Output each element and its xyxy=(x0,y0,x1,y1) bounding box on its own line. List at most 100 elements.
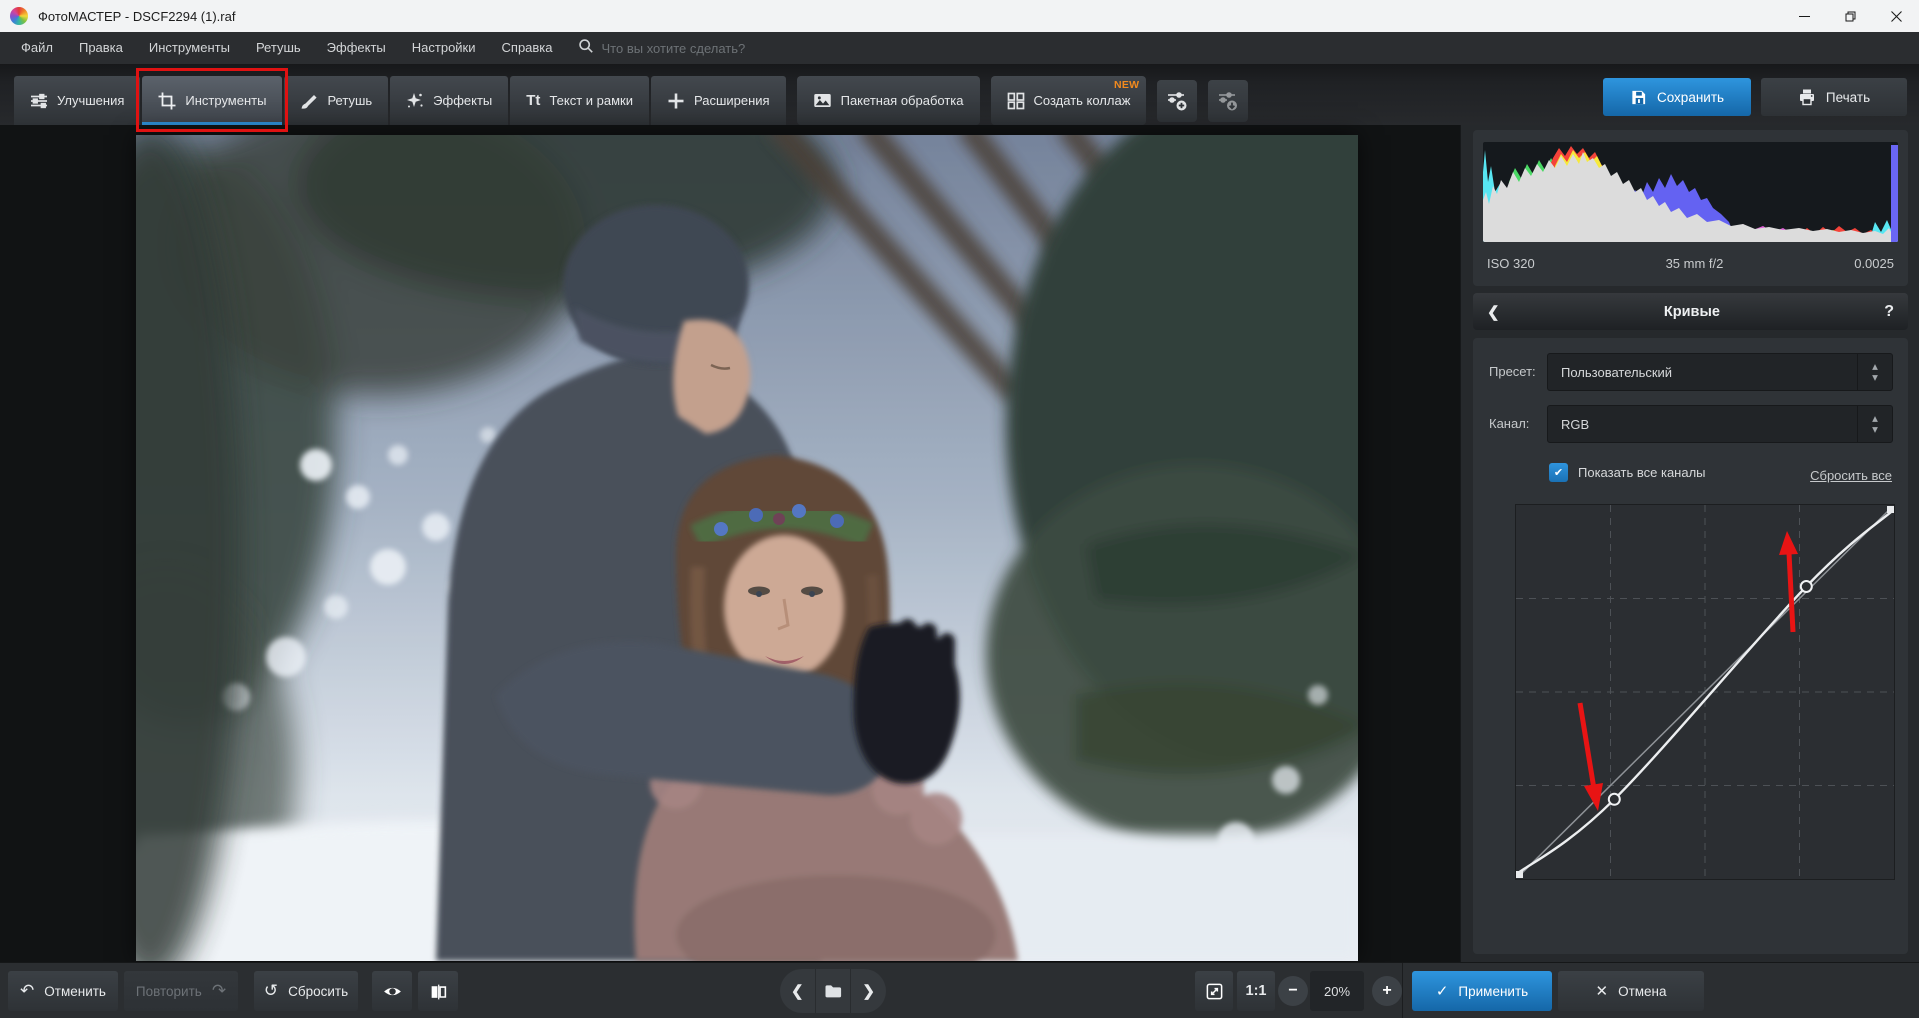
close-button[interactable] xyxy=(1873,0,1919,32)
tab-enhancements[interactable]: Улучшения xyxy=(14,76,140,125)
quick-search-field[interactable]: Что вы хотите сделать? xyxy=(578,38,746,59)
next-photo-button[interactable]: ❯ xyxy=(850,969,886,1013)
show-all-channels-option[interactable]: ✔ Показать все каналы xyxy=(1549,463,1706,482)
channel-value: RGB xyxy=(1548,417,1857,432)
actual-size-button[interactable]: 1:1 xyxy=(1237,971,1275,1011)
zoom-value: 20% xyxy=(1324,984,1350,999)
menu-item-settings[interactable]: Настройки xyxy=(399,32,489,64)
fullscreen-icon xyxy=(1205,982,1224,1001)
histogram-image xyxy=(1483,142,1898,242)
history-button[interactable] xyxy=(1208,80,1248,122)
curve-plot xyxy=(1516,505,1894,879)
previous-photo-button[interactable]: ❮ xyxy=(780,969,815,1013)
brush-icon xyxy=(300,92,318,110)
channel-select[interactable]: RGB ▲ ▼ xyxy=(1547,405,1893,443)
curves-controls-card: Пресет: Пользовательский ▲ ▼ Канал: RGB … xyxy=(1473,338,1908,954)
save-label: Сохранить xyxy=(1657,90,1724,105)
curve-control-point[interactable] xyxy=(1609,794,1620,805)
collage-grid-icon xyxy=(1007,92,1025,110)
apply-button[interactable]: ✓ Применить xyxy=(1412,971,1552,1011)
window-title: ФотоМАСТЕР - DSCF2294 (1).raf xyxy=(38,9,235,24)
sliders-icon xyxy=(30,92,48,110)
tab-create-collage[interactable]: NEW Создать коллаж xyxy=(991,76,1147,125)
spinner-down-icon[interactable]: ▼ xyxy=(1872,426,1878,434)
curve-control-point[interactable] xyxy=(1801,581,1812,592)
menu-item-file[interactable]: Файл xyxy=(8,32,66,64)
curves-panel-header: ❮ Кривые ? xyxy=(1473,293,1908,330)
preset-select[interactable]: Пользовательский ▲ ▼ xyxy=(1547,353,1893,391)
fit-screen-button[interactable] xyxy=(1195,971,1233,1011)
spinner-up-icon[interactable]: ▲ xyxy=(1872,415,1878,423)
reset-all-link[interactable]: Сбросить все xyxy=(1810,468,1892,483)
tab-text-frames[interactable]: Tt Текст и рамки xyxy=(510,76,649,125)
tab-label: Расширения xyxy=(694,93,770,108)
redo-button[interactable]: Повторить ↷ xyxy=(124,971,238,1011)
redo-icon: ↷ xyxy=(212,983,226,1000)
photo-canvas[interactable] xyxy=(136,135,1358,961)
tab-label: Создать коллаж xyxy=(1034,93,1131,108)
folder-icon xyxy=(824,983,842,999)
menu-item-edit[interactable]: Правка xyxy=(66,32,136,64)
save-floppy-icon xyxy=(1630,89,1647,106)
apply-check-icon: ✓ xyxy=(1436,984,1449,999)
focal-aperture-value: 35 mm f/2 xyxy=(1666,256,1724,271)
tab-label: Пакетная обработка xyxy=(841,93,964,108)
tab-label: Ретушь xyxy=(327,93,372,108)
save-button[interactable]: Сохранить xyxy=(1603,78,1751,116)
zoom-in-button[interactable]: + xyxy=(1372,976,1402,1006)
photomaster-window: ФотоМАСТЕР - DSCF2294 (1).raf Файл Правк… xyxy=(0,0,1919,1018)
cancel-button[interactable]: ✕ Отмена xyxy=(1558,971,1704,1011)
apply-label: Применить xyxy=(1458,984,1528,999)
help-icon[interactable]: ? xyxy=(1884,303,1894,321)
menu-item-effects[interactable]: Эффекты xyxy=(314,32,399,64)
before-after-button[interactable] xyxy=(418,971,458,1011)
curves-graph[interactable] xyxy=(1515,504,1895,880)
histogram-card: ISO 320 35 mm f/2 0.0025 xyxy=(1473,130,1908,286)
spinner-up-icon[interactable]: ▲ xyxy=(1872,363,1878,371)
tab-retouch[interactable]: Ретушь xyxy=(284,76,388,125)
menu-item-help[interactable]: Справка xyxy=(489,32,566,64)
eye-icon xyxy=(382,981,403,1002)
footer-divider xyxy=(1402,963,1403,1018)
tab-label: Инструменты xyxy=(185,93,266,108)
main-toolbar: Улучшения Инструменты Ретушь Эффекты xyxy=(0,64,1919,125)
open-folder-button[interactable] xyxy=(815,969,851,1013)
search-placeholder: Что вы хотите сделать? xyxy=(602,41,746,56)
preset-spinner[interactable]: ▲ ▼ xyxy=(1857,354,1892,390)
tab-effects[interactable]: Эффекты xyxy=(390,76,508,125)
checkbox-checked-icon[interactable]: ✔ xyxy=(1549,463,1568,482)
preview-original-button[interactable] xyxy=(372,971,412,1011)
new-badge: NEW xyxy=(1114,79,1139,91)
channel-spinner[interactable]: ▲ ▼ xyxy=(1857,406,1892,442)
print-button[interactable]: Печать xyxy=(1761,78,1907,116)
editor-canvas xyxy=(0,125,1460,962)
shutter-value: 0.0025 xyxy=(1854,256,1894,271)
undo-button[interactable]: ↶ Отменить xyxy=(8,971,118,1011)
exif-info-row: ISO 320 35 mm f/2 0.0025 xyxy=(1487,246,1894,280)
image-icon xyxy=(813,91,832,110)
menu-item-tools[interactable]: Инструменты xyxy=(136,32,243,64)
tab-batch-processing[interactable]: Пакетная обработка xyxy=(797,76,980,125)
tab-extensions[interactable]: Расширения xyxy=(651,76,786,125)
back-chevron-icon[interactable]: ❮ xyxy=(1487,303,1500,321)
tab-tools[interactable]: Инструменты xyxy=(142,76,282,125)
zoom-out-button[interactable]: − xyxy=(1278,976,1308,1006)
plus-icon: + xyxy=(1382,982,1391,1000)
spinner-down-icon[interactable]: ▼ xyxy=(1872,374,1878,382)
zoom-level-display: 20% xyxy=(1310,971,1364,1011)
histogram-plot xyxy=(1483,142,1898,242)
reset-button[interactable]: ↺ Сбросить xyxy=(254,971,358,1011)
minimize-button[interactable] xyxy=(1781,0,1827,32)
show-all-channels-label: Показать все каналы xyxy=(1578,465,1706,480)
text-tool-icon: Tt xyxy=(526,93,540,108)
print-label: Печать xyxy=(1826,90,1870,105)
printer-icon xyxy=(1798,88,1816,106)
app-logo-icon xyxy=(10,7,28,25)
restore-button[interactable] xyxy=(1827,0,1873,32)
menu-item-retouch[interactable]: Ретушь xyxy=(243,32,314,64)
plus-icon xyxy=(667,92,685,110)
undo-label: Отменить xyxy=(44,984,106,999)
add-preset-button[interactable] xyxy=(1157,80,1197,122)
curve-endpoint-handle[interactable] xyxy=(1887,506,1894,513)
curve-endpoint-handle[interactable] xyxy=(1516,871,1523,878)
